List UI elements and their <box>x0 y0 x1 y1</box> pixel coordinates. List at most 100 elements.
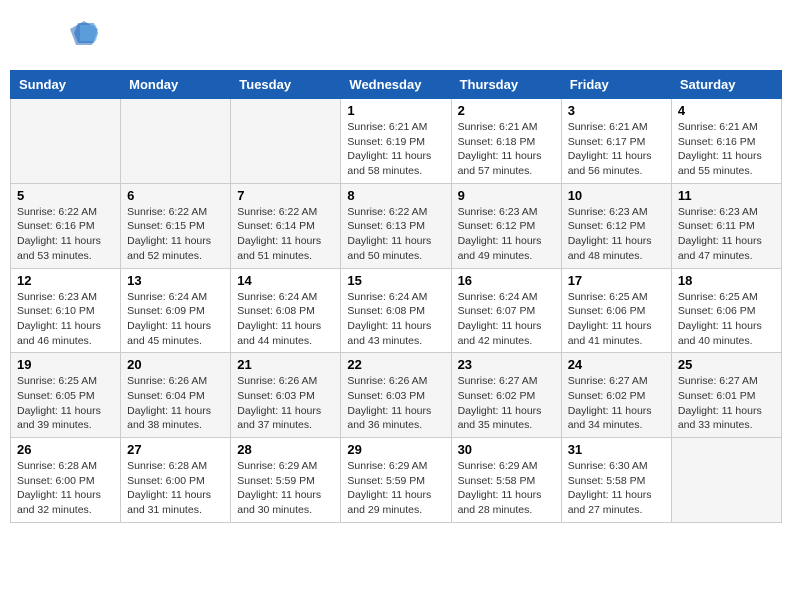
day-info: Sunrise: 6:25 AMSunset: 6:05 PMDaylight:… <box>17 374 114 433</box>
calendar-cell <box>231 99 341 184</box>
day-number: 7 <box>237 188 334 203</box>
calendar-cell: 12 Sunrise: 6:23 AMSunset: 6:10 PMDayligh… <box>11 268 121 353</box>
day-info: Sunrise: 6:26 AMSunset: 6:04 PMDaylight:… <box>127 374 224 433</box>
calendar-cell: 25Sunrise: 6:27 AMSunset: 6:01 PMDayligh… <box>671 353 781 438</box>
calendar-cell: 27 Sunrise: 6:28 AMSunset: 6:00 PMDayligh… <box>121 438 231 523</box>
day-info: Sunrise: 6:24 AMSunset: 6:09 PMDaylight:… <box>127 290 224 349</box>
calendar-cell: 10Sunrise: 6:23 AMSunset: 6:12 PMDayligh… <box>561 183 671 268</box>
calendar-cell: 16 Sunrise: 6:24 AMSunset: 6:07 PMDayligh… <box>451 268 561 353</box>
day-number: 18 <box>678 273 775 288</box>
calendar-cell: 26 Sunrise: 6:28 AMSunset: 6:00 PMDayligh… <box>11 438 121 523</box>
calendar-cell: 14 Sunrise: 6:24 AMSunset: 6:08 PMDayligh… <box>231 268 341 353</box>
day-info: Sunrise: 6:23 AMSunset: 6:11 PMDaylight:… <box>678 205 775 264</box>
day-number: 2 <box>458 103 555 118</box>
day-number: 15 <box>347 273 444 288</box>
day-info: Sunrise: 6:26 AMSunset: 6:03 PMDaylight:… <box>347 374 444 433</box>
calendar-cell: 6 Sunrise: 6:22 AMSunset: 6:15 PMDaylight… <box>121 183 231 268</box>
weekday-header-tuesday: Tuesday <box>231 71 341 99</box>
calendar-cell: 1 Sunrise: 6:21 AMSunset: 6:19 PMDaylight… <box>341 99 451 184</box>
day-info: Sunrise: 6:21 AMSunset: 6:18 PMDaylight:… <box>458 120 555 179</box>
day-number: 23 <box>458 357 555 372</box>
calendar-cell: 18 Sunrise: 6:25 AMSunset: 6:06 PMDayligh… <box>671 268 781 353</box>
page-header <box>10 10 782 60</box>
calendar-cell: 21 Sunrise: 6:26 AMSunset: 6:03 PMDayligh… <box>231 353 341 438</box>
calendar-cell: 31 Sunrise: 6:30 AMSunset: 5:58 PMDayligh… <box>561 438 671 523</box>
day-number: 8 <box>347 188 444 203</box>
calendar-week-row: 1 Sunrise: 6:21 AMSunset: 6:19 PMDaylight… <box>11 99 782 184</box>
day-info: Sunrise: 6:26 AMSunset: 6:03 PMDaylight:… <box>237 374 334 433</box>
day-info: Sunrise: 6:21 AMSunset: 6:16 PMDaylight:… <box>678 120 775 179</box>
day-info: Sunrise: 6:21 AMSunset: 6:17 PMDaylight:… <box>568 120 665 179</box>
day-number: 17 <box>568 273 665 288</box>
day-info: Sunrise: 6:29 AMSunset: 5:58 PMDaylight:… <box>458 459 555 518</box>
calendar-cell <box>11 99 121 184</box>
calendar-cell: 17 Sunrise: 6:25 AMSunset: 6:06 PMDayligh… <box>561 268 671 353</box>
logo <box>20 15 98 55</box>
calendar-cell: 24 Sunrise: 6:27 AMSunset: 6:02 PMDayligh… <box>561 353 671 438</box>
day-info: Sunrise: 6:28 AMSunset: 6:00 PMDaylight:… <box>127 459 224 518</box>
day-number: 5 <box>17 188 114 203</box>
day-info: Sunrise: 6:23 AMSunset: 6:10 PMDaylight:… <box>17 290 114 349</box>
calendar-week-row: 26 Sunrise: 6:28 AMSunset: 6:00 PMDayligh… <box>11 438 782 523</box>
day-info: Sunrise: 6:21 AMSunset: 6:19 PMDaylight:… <box>347 120 444 179</box>
weekday-header-monday: Monday <box>121 71 231 99</box>
weekday-header-sunday: Sunday <box>11 71 121 99</box>
day-number: 19 <box>17 357 114 372</box>
calendar-cell: 15Sunrise: 6:24 AMSunset: 6:08 PMDayligh… <box>341 268 451 353</box>
day-number: 14 <box>237 273 334 288</box>
day-number: 9 <box>458 188 555 203</box>
calendar-cell: 20Sunrise: 6:26 AMSunset: 6:04 PMDayligh… <box>121 353 231 438</box>
logo-icon <box>70 19 98 47</box>
calendar-cell: 11 Sunrise: 6:23 AMSunset: 6:11 PMDayligh… <box>671 183 781 268</box>
calendar-cell: 19 Sunrise: 6:25 AMSunset: 6:05 PMDayligh… <box>11 353 121 438</box>
day-number: 11 <box>678 188 775 203</box>
calendar-cell: 3 Sunrise: 6:21 AMSunset: 6:17 PMDaylight… <box>561 99 671 184</box>
calendar-cell: 8 Sunrise: 6:22 AMSunset: 6:13 PMDaylight… <box>341 183 451 268</box>
weekday-header-friday: Friday <box>561 71 671 99</box>
calendar-cell: 23 Sunrise: 6:27 AMSunset: 6:02 PMDayligh… <box>451 353 561 438</box>
calendar-week-row: 5 Sunrise: 6:22 AMSunset: 6:16 PMDaylight… <box>11 183 782 268</box>
calendar-cell: 30 Sunrise: 6:29 AMSunset: 5:58 PMDayligh… <box>451 438 561 523</box>
weekday-header-thursday: Thursday <box>451 71 561 99</box>
calendar-cell: 9Sunrise: 6:23 AMSunset: 6:12 PMDaylight… <box>451 183 561 268</box>
day-number: 1 <box>347 103 444 118</box>
calendar-cell: 2 Sunrise: 6:21 AMSunset: 6:18 PMDaylight… <box>451 99 561 184</box>
day-number: 27 <box>127 442 224 457</box>
day-number: 26 <box>17 442 114 457</box>
day-number: 16 <box>458 273 555 288</box>
day-number: 29 <box>347 442 444 457</box>
calendar-cell: 4 Sunrise: 6:21 AMSunset: 6:16 PMDaylight… <box>671 99 781 184</box>
day-number: 3 <box>568 103 665 118</box>
day-number: 13 <box>127 273 224 288</box>
day-number: 12 <box>17 273 114 288</box>
day-number: 28 <box>237 442 334 457</box>
day-info: Sunrise: 6:22 AMSunset: 6:14 PMDaylight:… <box>237 205 334 264</box>
day-info: Sunrise: 6:24 AMSunset: 6:07 PMDaylight:… <box>458 290 555 349</box>
day-number: 21 <box>237 357 334 372</box>
calendar-cell: 7 Sunrise: 6:22 AMSunset: 6:14 PMDaylight… <box>231 183 341 268</box>
day-number: 4 <box>678 103 775 118</box>
calendar-cell: 28Sunrise: 6:29 AMSunset: 5:59 PMDayligh… <box>231 438 341 523</box>
day-info: Sunrise: 6:22 AMSunset: 6:15 PMDaylight:… <box>127 205 224 264</box>
day-info: Sunrise: 6:23 AMSunset: 6:12 PMDaylight:… <box>568 205 665 264</box>
day-number: 6 <box>127 188 224 203</box>
day-info: Sunrise: 6:25 AMSunset: 6:06 PMDaylight:… <box>678 290 775 349</box>
day-number: 30 <box>458 442 555 457</box>
day-number: 31 <box>568 442 665 457</box>
day-info: Sunrise: 6:27 AMSunset: 6:02 PMDaylight:… <box>568 374 665 433</box>
calendar-cell: 22Sunrise: 6:26 AMSunset: 6:03 PMDayligh… <box>341 353 451 438</box>
weekday-header-wednesday: Wednesday <box>341 71 451 99</box>
day-number: 24 <box>568 357 665 372</box>
day-info: Sunrise: 6:22 AMSunset: 6:13 PMDaylight:… <box>347 205 444 264</box>
day-info: Sunrise: 6:28 AMSunset: 6:00 PMDaylight:… <box>17 459 114 518</box>
day-info: Sunrise: 6:24 AMSunset: 6:08 PMDaylight:… <box>237 290 334 349</box>
day-info: Sunrise: 6:29 AMSunset: 5:59 PMDaylight:… <box>347 459 444 518</box>
day-info: Sunrise: 6:27 AMSunset: 6:02 PMDaylight:… <box>458 374 555 433</box>
calendar-cell: 5 Sunrise: 6:22 AMSunset: 6:16 PMDaylight… <box>11 183 121 268</box>
weekday-header-saturday: Saturday <box>671 71 781 99</box>
day-info: Sunrise: 6:22 AMSunset: 6:16 PMDaylight:… <box>17 205 114 264</box>
day-info: Sunrise: 6:30 AMSunset: 5:58 PMDaylight:… <box>568 459 665 518</box>
day-info: Sunrise: 6:25 AMSunset: 6:06 PMDaylight:… <box>568 290 665 349</box>
calendar-table: SundayMondayTuesdayWednesdayThursdayFrid… <box>10 70 782 523</box>
day-info: Sunrise: 6:27 AMSunset: 6:01 PMDaylight:… <box>678 374 775 433</box>
